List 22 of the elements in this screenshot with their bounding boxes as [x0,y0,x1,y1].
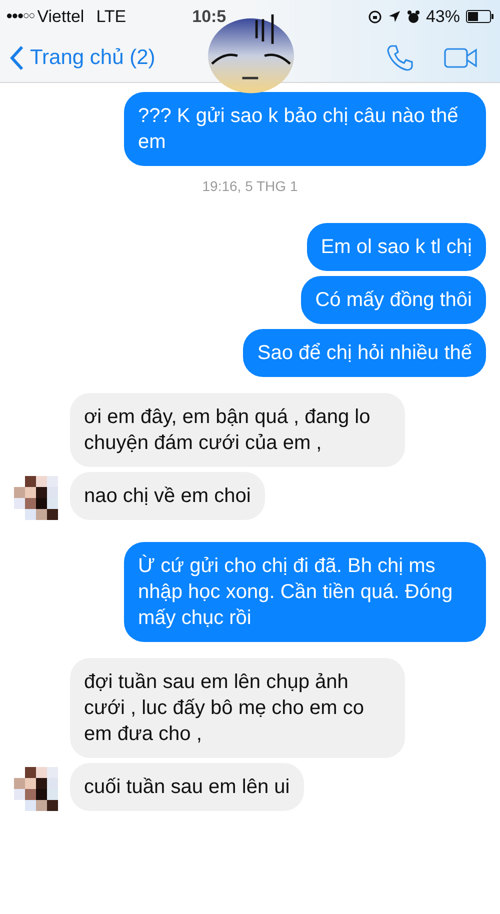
network-type: LTE [96,6,126,28]
rotation-lock-icon [368,10,382,24]
battery-percent: 43% [426,6,460,28]
phone-icon[interactable] [386,44,414,72]
sent-message-bubble: Có mấy đồng thôi [301,276,486,324]
video-camera-icon[interactable] [444,47,478,69]
location-arrow-icon [388,10,401,23]
received-message-bubble: cuối tuần sau em lên ui [70,763,304,811]
sent-message-bubble: Ừ cứ gửi cho chị đi đã. Bh chị ms nhập học xong. Cần tiền quá. Đóng mấy chục rồi [124,542,486,642]
battery-icon [466,10,494,23]
received-message-bubble: nao chị về em choi [70,472,265,520]
clock-time: 10:5 [192,6,226,28]
sent-message-bubble: Sao để chị hỏi nhiều thế [243,329,486,377]
sent-message-bubble: ??? K gửi sao k bảo chị câu nào thế em [124,92,486,166]
timestamp: 19:16, 5 THG 1 [202,177,298,196]
chevron-left-icon [10,45,24,71]
carrier-name: Viettel [37,6,84,28]
back-link[interactable]: Trang chủ (2) [10,42,156,74]
received-message-bubble: đợi tuần sau em lên chụp ảnh cưới , luc đấy bô mẹ cho em co em đưa cho , [70,658,405,758]
received-message-bubble: ơi em đây, em bận quá , đang lo chuyện đám cưới của em , [70,393,405,467]
sent-message-bubble: Em ol sao k tl chị [306,223,486,271]
signal-strength: ●●●○○ [6,9,34,24]
